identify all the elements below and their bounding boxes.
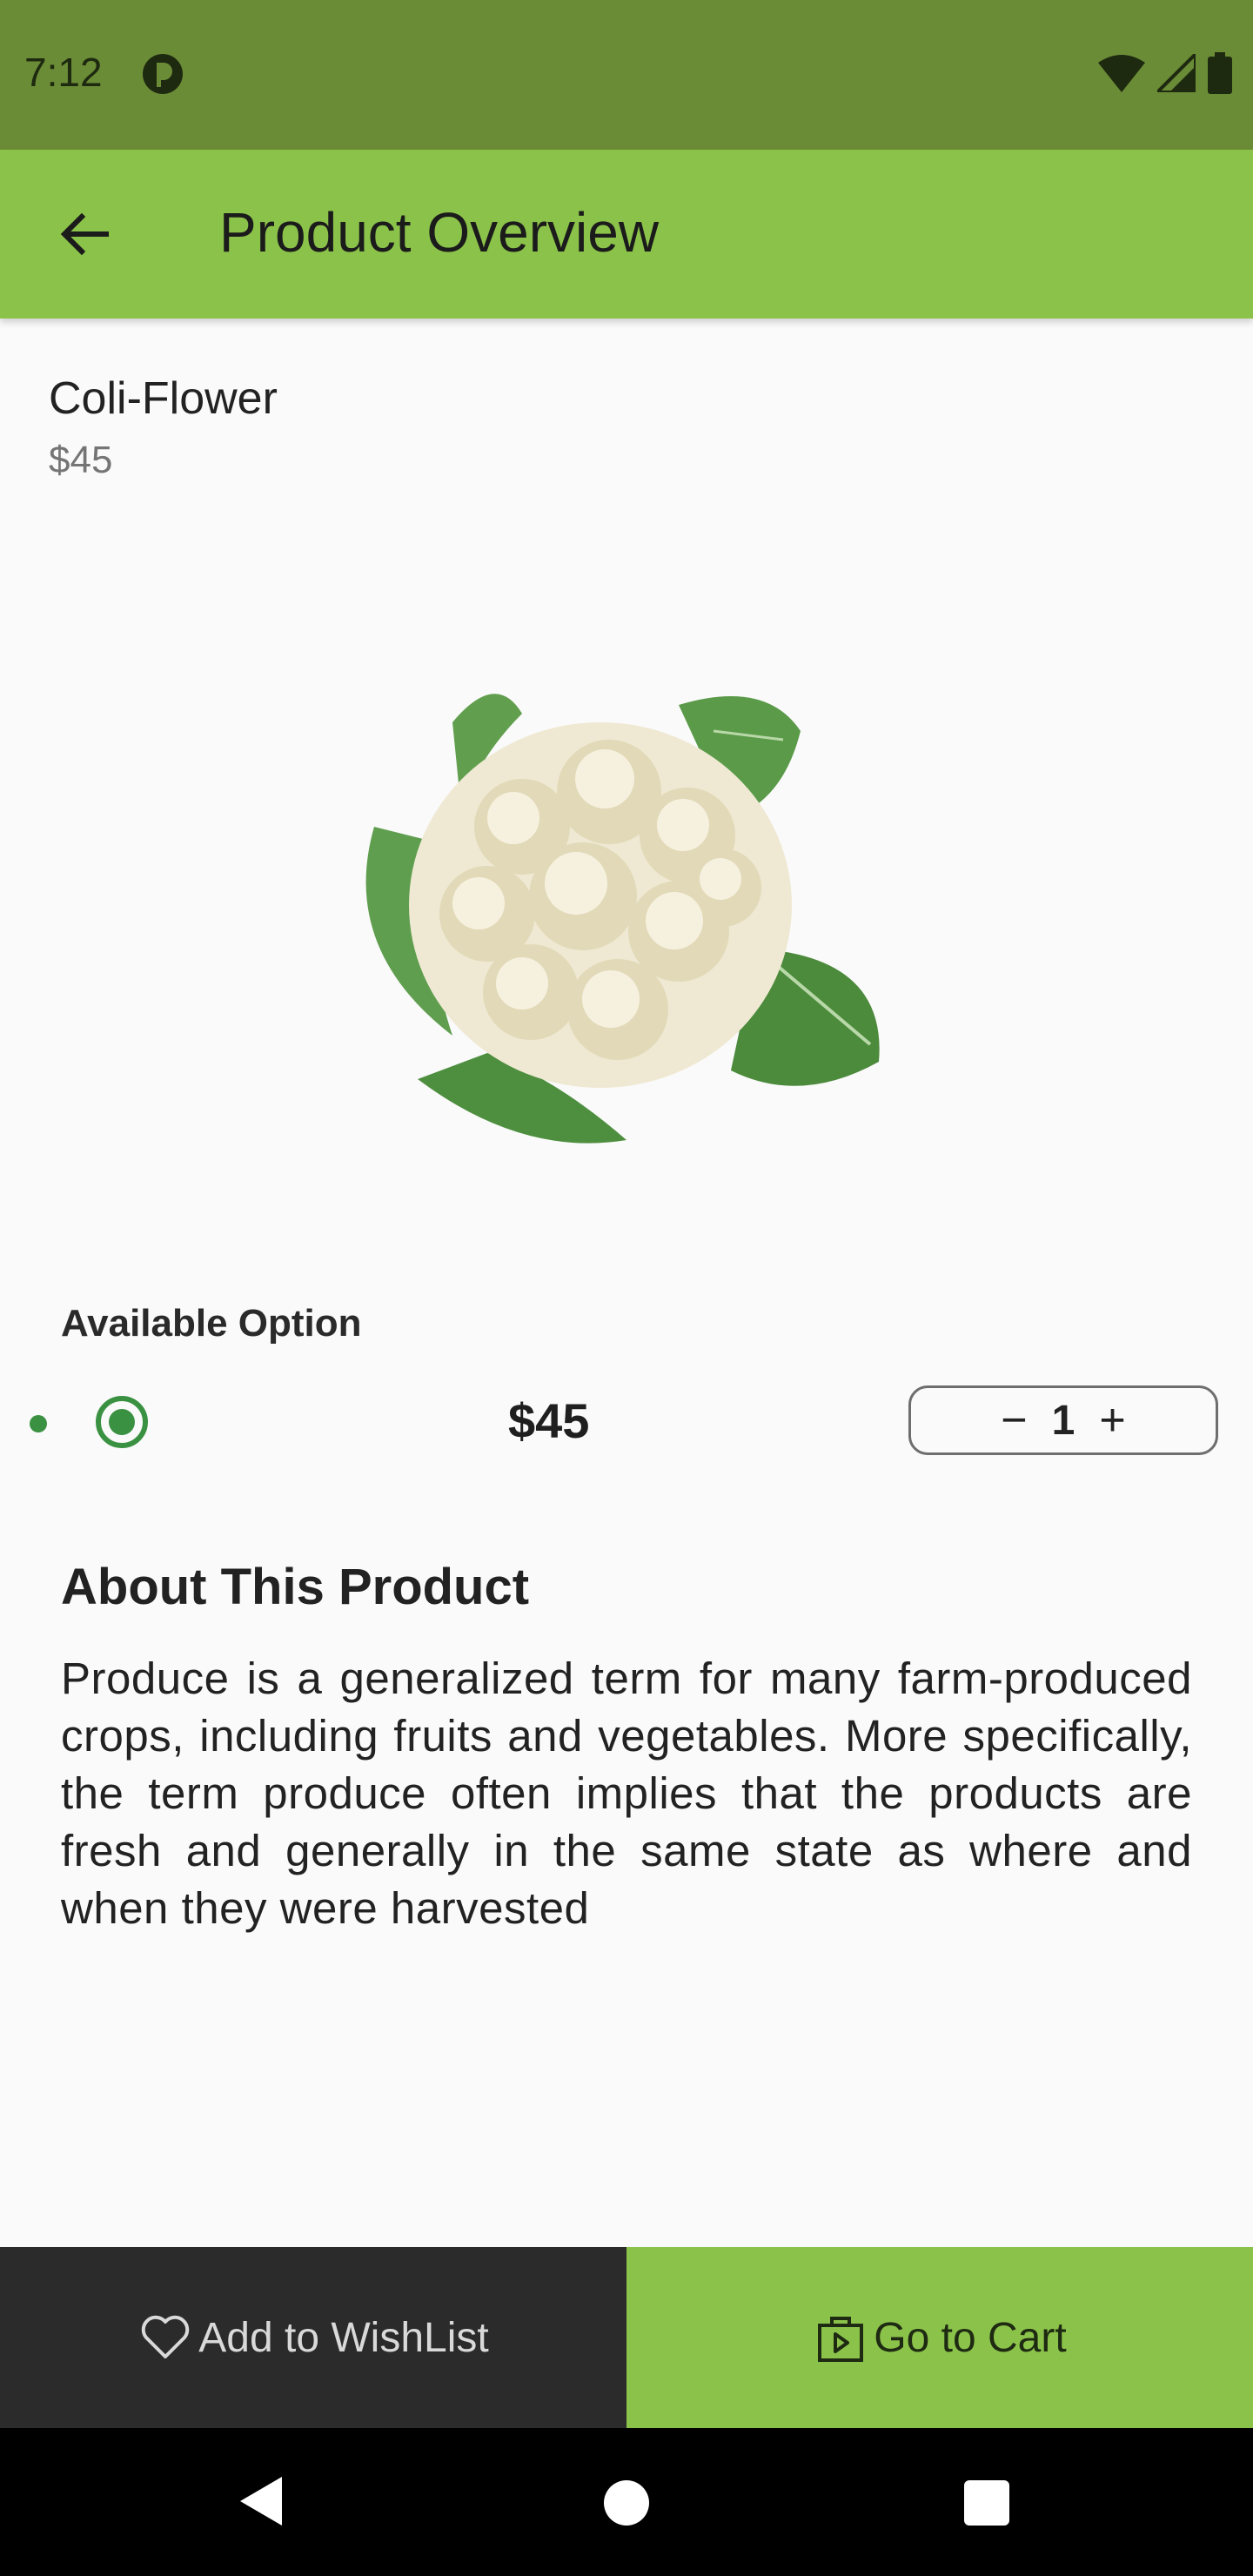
product-price: $45 — [49, 439, 113, 481]
wishlist-label: Add to WishList — [198, 2314, 489, 2361]
page-title: Product Overview — [219, 201, 660, 264]
nav-recents-icon[interactable] — [964, 2480, 1009, 2526]
radio-selected-icon[interactable] — [94, 1394, 150, 1450]
bottom-action-bar: Add to WishList Go to Cart — [0, 2247, 1253, 2428]
app-bar: Product Overview — [0, 150, 1253, 319]
nav-home-icon[interactable] — [604, 2480, 649, 2526]
system-navigation-bar — [0, 2428, 1253, 2576]
quantity-value: 1 — [1051, 1397, 1075, 1444]
shopping-bag-icon — [818, 2317, 864, 2362]
about-description: Produce is a generalized term for many f… — [61, 1654, 1192, 1933]
status-time: 7:12 — [24, 50, 103, 95]
cart-label: Go to Cart — [874, 2314, 1067, 2361]
cell-signal-icon — [1157, 54, 1196, 92]
heart-icon — [142, 2315, 190, 2358]
nav-back-icon[interactable] — [235, 2473, 287, 2529]
battery-icon — [1208, 52, 1232, 94]
go-to-cart-button[interactable]: Go to Cart — [626, 2247, 1253, 2428]
product-name: Coli-Flower — [49, 373, 278, 424]
notification-app-icon — [143, 54, 183, 94]
add-to-wishlist-button[interactable]: Add to WishList — [0, 2247, 626, 2428]
status-icons — [1098, 52, 1232, 94]
list-bullet — [30, 1415, 47, 1432]
available-option-label: Available Option — [61, 1302, 362, 1345]
decrease-quantity-button[interactable]: − — [1001, 1398, 1027, 1443]
about-title: About This Product — [61, 1559, 530, 1615]
cauliflower-image — [365, 694, 880, 1144]
status-bar: 7:12 — [0, 0, 1253, 150]
wifi-icon — [1098, 55, 1145, 92]
increase-quantity-button[interactable]: + — [1099, 1398, 1125, 1443]
back-arrow-icon[interactable] — [54, 204, 115, 265]
quantity-stepper: − 1 + — [908, 1385, 1218, 1455]
option-price: $45 — [508, 1393, 590, 1448]
